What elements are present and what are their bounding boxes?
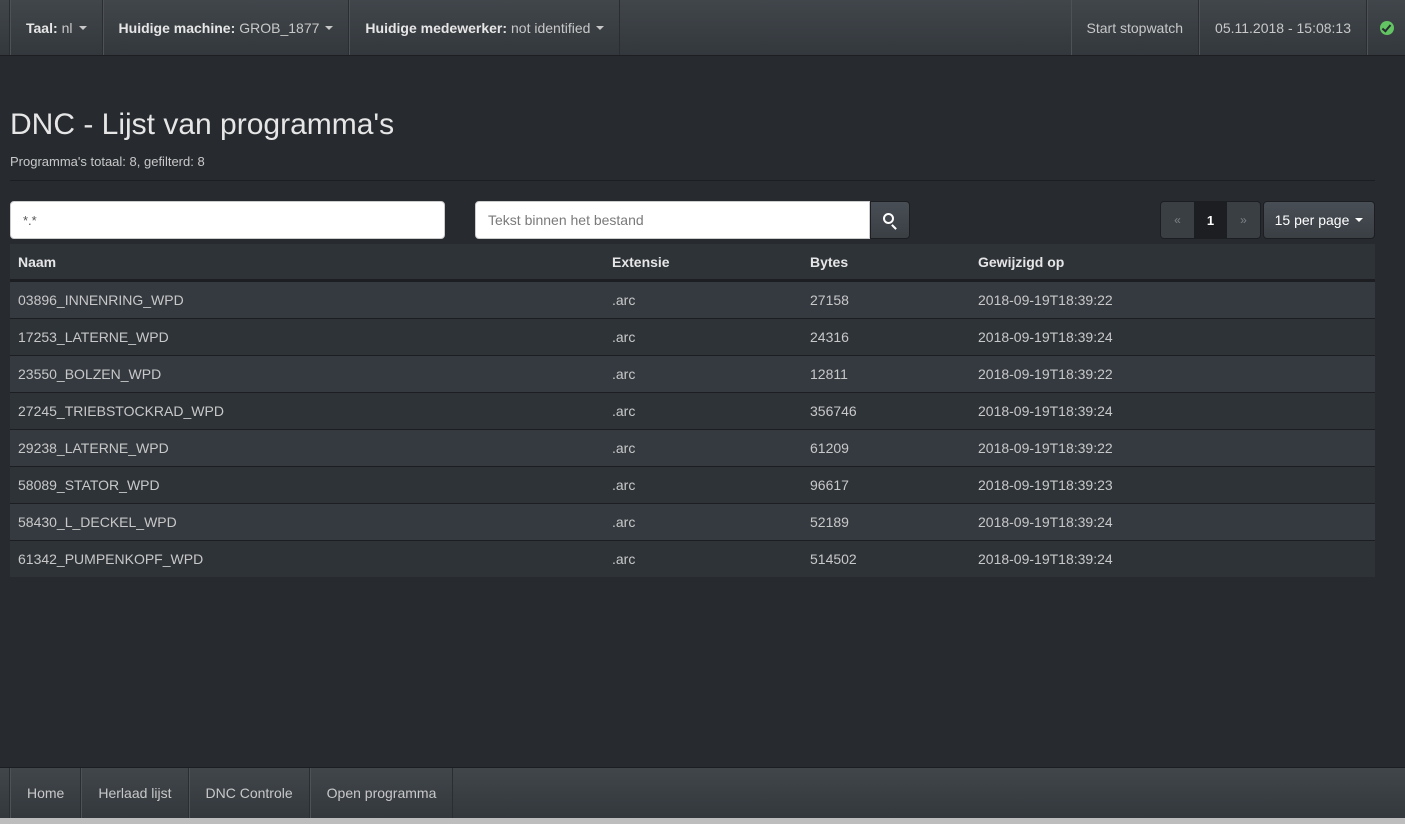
cell-name: 23550_BOLZEN_WPD (18, 366, 162, 382)
cell-bytes: 27158 (810, 292, 849, 308)
per-page-dropdown[interactable]: 15 per page (1263, 201, 1375, 239)
table-row[interactable]: 58430_L_DECKEL_WPD .arc 52189 2018-09-19T18… (10, 503, 1375, 540)
language-label: Taal: (26, 19, 58, 36)
cell-modified: 2018-09-19T18:39:23 (978, 477, 1113, 493)
start-stopwatch-button[interactable]: Start stopwatch (1070, 0, 1200, 55)
search-button[interactable] (870, 201, 910, 239)
window-edge (0, 818, 1405, 824)
table-row[interactable]: 27245_TRIEBSTOCKRAD_WPD .arc 356746 2018-09… (10, 392, 1375, 429)
home-button[interactable]: Home (10, 768, 82, 818)
cell-extension: .arc (612, 514, 636, 530)
caret-down-icon (78, 25, 87, 30)
table-row[interactable]: 03896_INNENRING_WPD .arc 27158 2018-09-19T1… (10, 281, 1375, 318)
table-row[interactable]: 61342_PUMPENKOPF_WPD .arc 514502 2018-09-19… (10, 540, 1375, 577)
check-circle-icon (1379, 20, 1394, 35)
employee-label: Huidige medewerker: (365, 19, 508, 36)
programs-table: Naam Extensie Bytes Gewijzigd op 03896_I… (10, 244, 1375, 577)
page-title: DNC - Lijst van programma's (10, 108, 395, 141)
cell-modified: 2018-09-19T18:39:24 (978, 329, 1113, 345)
cell-modified: 2018-09-19T18:39:22 (978, 440, 1113, 456)
navbar-spacer (0, 0, 10, 55)
open-program-button[interactable]: Open programma (309, 768, 454, 818)
cell-name: 27245_TRIEBSTOCKRAD_WPD (18, 403, 224, 419)
cell-name: 58430_L_DECKEL_WPD (18, 514, 177, 530)
cell-extension: .arc (612, 292, 636, 308)
dnc-control-button[interactable]: DNC Controle (188, 768, 310, 818)
cell-name: 03896_INNENRING_WPD (18, 292, 184, 308)
cell-extension: .arc (612, 366, 636, 382)
cell-name: 29238_LATERNE_WPD (18, 440, 169, 456)
cell-modified: 2018-09-19T18:39:22 (978, 292, 1113, 308)
table-body: 03896_INNENRING_WPD .arc 27158 2018-09-19T1… (10, 281, 1375, 577)
table-row[interactable]: 58089_STATOR_WPD .arc 96617 2018-09-19T18:3… (10, 466, 1375, 503)
cell-modified: 2018-09-19T18:39:24 (978, 551, 1113, 567)
cell-bytes: 24316 (810, 329, 849, 345)
name-filter-input[interactable] (10, 201, 445, 239)
bottom-navbar: Home Herlaad lijst DNC Controle Open pro… (0, 767, 1405, 818)
column-header-modified[interactable]: Gewijzigd op (970, 254, 1375, 270)
divider (10, 180, 1375, 181)
program-count: Programma's totaal: 8, gefilterd: 8 (10, 154, 205, 169)
column-header-name[interactable]: Naam (10, 254, 604, 270)
navbar-spacer (0, 768, 10, 818)
cell-extension: .arc (612, 403, 636, 419)
employee-dropdown[interactable]: Huidige medewerker: not identified (349, 0, 621, 55)
caret-down-icon (596, 25, 605, 30)
top-navbar: Taal: nl Huidige machine: GROB_1877 Huid… (0, 0, 1405, 56)
language-value: nl (61, 19, 73, 36)
cell-extension: .arc (612, 440, 636, 456)
pagination-next[interactable]: » (1227, 202, 1260, 238)
cell-bytes: 52189 (810, 514, 849, 530)
status-indicator (1367, 0, 1405, 55)
cell-bytes: 96617 (810, 477, 849, 493)
table-row[interactable]: 29238_LATERNE_WPD .arc 61209 2018-09-19T18:… (10, 429, 1375, 466)
cell-bytes: 12811 (810, 366, 848, 382)
file-text-search-input[interactable] (475, 201, 870, 239)
cell-bytes: 356746 (810, 403, 857, 419)
reload-list-button[interactable]: Herlaad lijst (81, 768, 189, 818)
column-header-bytes[interactable]: Bytes (802, 254, 970, 270)
per-page-label: 15 per page (1274, 212, 1350, 228)
scrollbar-track[interactable] (1391, 56, 1405, 767)
cell-modified: 2018-09-19T18:39:24 (978, 514, 1113, 530)
pagination: « 1 » (1160, 201, 1261, 239)
cell-bytes: 514502 (810, 551, 857, 567)
caret-down-icon (1355, 218, 1364, 222)
machine-label: Huidige machine: (118, 19, 236, 36)
caret-down-icon (325, 25, 334, 30)
pagination-page-1[interactable]: 1 (1194, 202, 1227, 238)
cell-name: 17253_LATERNE_WPD (18, 329, 169, 345)
table-header: Naam Extensie Bytes Gewijzigd op (10, 244, 1375, 281)
machine-dropdown[interactable]: Huidige machine: GROB_1877 (102, 0, 350, 55)
cell-extension: .arc (612, 551, 636, 567)
cell-modified: 2018-09-19T18:39:24 (978, 403, 1113, 419)
column-header-extension[interactable]: Extensie (604, 254, 802, 270)
cell-bytes: 61209 (810, 440, 849, 456)
cell-name: 61342_PUMPENKOPF_WPD (18, 551, 204, 567)
datetime-display: 05.11.2018 - 15:08:13 (1199, 0, 1367, 55)
cell-extension: .arc (612, 329, 636, 345)
cell-modified: 2018-09-19T18:39:22 (978, 366, 1113, 382)
cell-name: 58089_STATOR_WPD (18, 477, 160, 493)
table-row[interactable]: 17253_LATERNE_WPD .arc 24316 2018-09-19T18:… (10, 318, 1375, 355)
pagination-prev[interactable]: « (1161, 202, 1194, 238)
table-row[interactable]: 23550_BOLZEN_WPD .arc 12811 2018-09-19T18:3… (10, 355, 1375, 392)
cell-extension: .arc (612, 477, 636, 493)
language-dropdown[interactable]: Taal: nl (10, 0, 103, 55)
search-icon (883, 213, 894, 224)
employee-value: not identified (511, 19, 591, 36)
machine-value: GROB_1877 (239, 19, 320, 36)
